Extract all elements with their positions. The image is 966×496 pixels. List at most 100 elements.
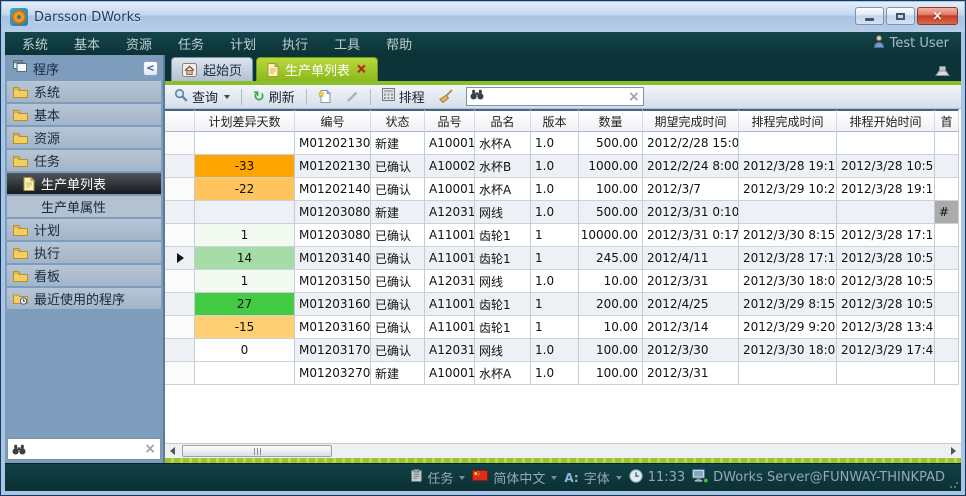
sidebar-item-9[interactable]: 看板 — [7, 265, 161, 286]
cell-sched_start[interactable]: 2012/3/28 10:52 — [837, 293, 935, 316]
table-row[interactable]: 27M012031601已确认A11001齿轮11200.002012/4/25… — [165, 293, 961, 316]
menu-item-2[interactable]: 基本 — [61, 31, 113, 56]
cell-item_name[interactable]: 水杯B — [475, 155, 531, 178]
cell-sched_end[interactable] — [739, 132, 837, 155]
row-indicator-cell[interactable] — [165, 293, 195, 316]
menu-item-1[interactable]: 系统 — [9, 31, 61, 56]
cell-ver[interactable]: 1.0 — [531, 362, 579, 385]
cell-ver[interactable]: 1.0 — [531, 155, 579, 178]
column-header-ver[interactable]: 版本 — [531, 109, 579, 132]
cell-item_no[interactable]: A10001 — [425, 362, 475, 385]
menu-item-6[interactable]: 执行 — [269, 31, 321, 56]
cell-due[interactable]: 2012/3/31 0:10 — [643, 201, 739, 224]
cell-qty[interactable]: 100.00 — [579, 362, 643, 385]
scroll-left-icon[interactable] — [165, 445, 180, 458]
cell-status[interactable]: 已确认 — [371, 224, 425, 247]
table-row[interactable]: 1M012031501已确认A12031网线1.010.002012/3/312… — [165, 270, 961, 293]
cell-status[interactable]: 已确认 — [371, 155, 425, 178]
cell-sched_start[interactable]: 2012/3/28 17:13 — [837, 224, 935, 247]
cell-due[interactable]: 2012/3/30 — [643, 339, 739, 362]
cell-item_no[interactable]: A11001 — [425, 247, 475, 270]
cell-diff[interactable] — [195, 201, 295, 224]
row-indicator-cell[interactable] — [165, 155, 195, 178]
close-button[interactable]: × — [917, 7, 958, 25]
sidebar-item-1[interactable]: 系统 — [7, 81, 161, 102]
sidebar-item-4[interactable]: 任务 — [7, 150, 161, 171]
cell-qty[interactable]: 245.00 — [579, 247, 643, 270]
cell-sched_start[interactable] — [837, 132, 935, 155]
table-row[interactable]: 14M012031402已确认A11001齿轮11245.002012/4/11… — [165, 247, 961, 270]
cell-sched_end[interactable]: 2012/3/28 17:13 — [739, 247, 837, 270]
cell-ver[interactable]: 1 — [531, 316, 579, 339]
sidebar-search-clear-icon[interactable]: × — [144, 442, 156, 456]
cell-qty[interactable]: 200.00 — [579, 293, 643, 316]
table-row[interactable]: -22M012021401已确认A10001水杯A1.0100.002012/3… — [165, 178, 961, 201]
cell-item_name[interactable]: 齿轮1 — [475, 224, 531, 247]
cell-extra[interactable] — [935, 270, 959, 293]
sidebar-item-7[interactable]: 计划 — [7, 219, 161, 240]
cell-sched_end[interactable]: 2012/3/28 19:10 — [739, 155, 837, 178]
row-indicator-cell[interactable] — [165, 247, 195, 270]
title-bar[interactable]: Darsson DWorks × — [2, 2, 964, 32]
column-header-item_name[interactable]: 品名 — [475, 109, 531, 132]
font-menu[interactable]: A: 字体 — [564, 468, 621, 487]
cell-diff[interactable] — [195, 362, 295, 385]
cell-due[interactable]: 2012/2/28 15:00 — [643, 132, 739, 155]
cell-sched_start[interactable]: 2012/3/28 10:52 — [837, 270, 935, 293]
query-button[interactable]: 查询 — [169, 86, 235, 107]
clean-button[interactable] — [433, 88, 459, 105]
cell-qty[interactable]: 10.00 — [579, 316, 643, 339]
cell-extra[interactable] — [935, 155, 959, 178]
cell-no[interactable]: M012021401 — [295, 178, 371, 201]
column-header-status[interactable]: 状态 — [371, 109, 425, 132]
tab-1[interactable]: 起始页 — [171, 57, 253, 81]
language-dropdown-icon[interactable] — [551, 476, 557, 480]
task-dropdown-icon[interactable] — [459, 476, 465, 480]
cell-no[interactable]: M012031402 — [295, 247, 371, 270]
cell-item_no[interactable]: A12031 — [425, 339, 475, 362]
cell-extra[interactable] — [935, 293, 959, 316]
cell-diff[interactable]: 1 — [195, 224, 295, 247]
cell-status[interactable]: 已确认 — [371, 178, 425, 201]
cell-diff[interactable]: -15 — [195, 316, 295, 339]
cell-no[interactable]: M012030802 — [295, 224, 371, 247]
cell-diff[interactable]: 1 — [195, 270, 295, 293]
menu-item-3[interactable]: 资源 — [113, 31, 165, 56]
cell-ver[interactable]: 1.0 — [531, 201, 579, 224]
cell-sched_start[interactable]: 2012/3/28 10:52 — [837, 247, 935, 270]
cell-due[interactable]: 2012/3/31 0:17 — [643, 224, 739, 247]
cell-qty[interactable]: 100.00 — [579, 339, 643, 362]
cell-diff[interactable]: 27 — [195, 293, 295, 316]
scrollbar-thumb[interactable] — [182, 445, 332, 457]
row-indicator-cell[interactable] — [165, 132, 195, 155]
schedule-button[interactable]: 排程 — [377, 86, 430, 107]
cell-ver[interactable]: 1.0 — [531, 339, 579, 362]
cell-ver[interactable]: 1.0 — [531, 178, 579, 201]
table-row[interactable]: 1M012030802已确认A11001齿轮1110000.002012/3/3… — [165, 224, 961, 247]
cell-extra[interactable] — [935, 224, 959, 247]
font-dropdown-icon[interactable] — [616, 476, 622, 480]
cell-status[interactable]: 新建 — [371, 132, 425, 155]
cell-item_name[interactable]: 水杯A — [475, 178, 531, 201]
cell-ver[interactable]: 1.0 — [531, 270, 579, 293]
collapse-sidebar-button[interactable]: < — [143, 61, 158, 76]
cell-sched_end[interactable]: 2012/3/29 10:20 — [739, 178, 837, 201]
cell-item_name[interactable]: 齿轮1 — [475, 293, 531, 316]
resize-grip[interactable] — [949, 479, 959, 489]
toolbar-search-clear-icon[interactable]: × — [628, 90, 640, 104]
row-indicator-cell[interactable] — [165, 201, 195, 224]
cell-item_no[interactable]: A10002 — [425, 155, 475, 178]
column-header-due[interactable]: 期望完成时间 — [643, 109, 739, 132]
cell-status[interactable]: 已确认 — [371, 270, 425, 293]
column-header-no[interactable]: 编号 — [295, 109, 371, 132]
row-indicator-cell[interactable] — [165, 178, 195, 201]
cell-due[interactable]: 2012/3/31 — [643, 270, 739, 293]
cell-extra[interactable] — [935, 178, 959, 201]
user-area[interactable]: Test User — [873, 35, 957, 52]
cell-sched_end[interactable]: 2012/3/29 9:20 — [739, 316, 837, 339]
menu-item-7[interactable]: 工具 — [321, 31, 373, 56]
cell-extra[interactable] — [935, 362, 959, 385]
cell-sched_end[interactable]: 2012/3/30 18:00 — [739, 339, 837, 362]
tab-close-icon[interactable]: × — [356, 63, 367, 76]
row-indicator-cell[interactable] — [165, 224, 195, 247]
